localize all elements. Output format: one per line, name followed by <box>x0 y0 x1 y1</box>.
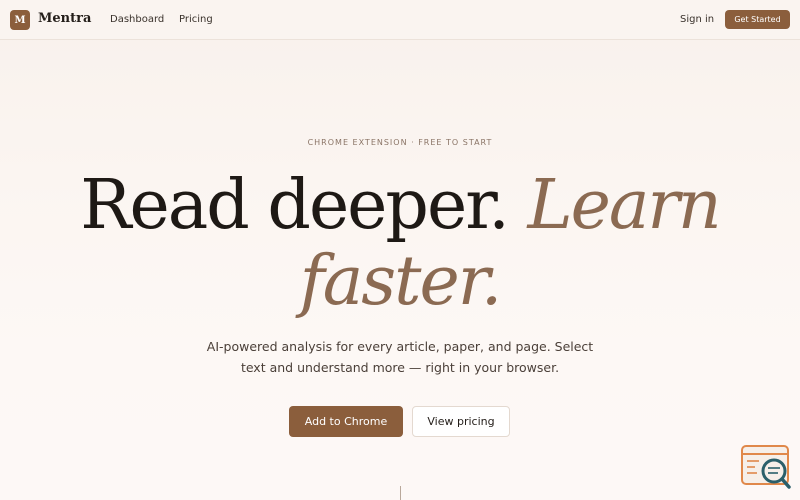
view-pricing-button[interactable]: View pricing <box>412 406 510 437</box>
hero-subtitle: AI-powered analysis for every article, p… <box>206 339 594 375</box>
nav-link-pricing[interactable]: Pricing <box>179 14 213 25</box>
top-navigation-bar: M Mentra Dashboard Pricing Sign in Get S… <box>0 0 800 40</box>
brand-name[interactable]: Mentra <box>38 11 91 26</box>
get-started-button[interactable]: Get Started <box>725 10 790 29</box>
hero-headline-line-1: Read deeper. Learn <box>0 166 800 246</box>
hero-eyebrow: CHROME EXTENSION · FREE TO START <box>307 138 493 147</box>
scroll-indicator-line <box>400 486 401 500</box>
headline-plain-text: Read deeper. <box>80 166 528 245</box>
sign-in-link[interactable]: Sign in <box>680 14 714 25</box>
hero-headline-line-2: faster. <box>299 242 503 321</box>
nav-link-dashboard[interactable]: Dashboard <box>110 14 164 25</box>
headline-accent-text-1: Learn <box>527 166 721 245</box>
add-to-chrome-button[interactable]: Add to Chrome <box>289 406 403 437</box>
search-document-icon[interactable] <box>741 444 791 490</box>
logo-icon[interactable]: M <box>10 10 30 30</box>
